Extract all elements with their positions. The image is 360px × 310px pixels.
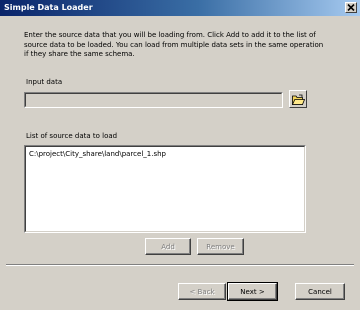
add-button[interactable]: Add (145, 238, 191, 255)
close-icon (347, 4, 355, 11)
instructions-text: Enter the source data that you will be l… (24, 31, 324, 58)
close-button[interactable] (345, 2, 357, 13)
title-bar[interactable]: Simple Data Loader (0, 0, 360, 16)
input-data-field[interactable] (24, 92, 283, 108)
browse-button[interactable] (289, 90, 307, 108)
source-list[interactable]: C:\project\City_share\land\parcel_1.shp (24, 145, 306, 233)
separator (6, 264, 354, 266)
window-title: Simple Data Loader (4, 3, 93, 12)
list-item[interactable]: C:\project\City_share\land\parcel_1.shp (29, 150, 166, 158)
open-folder-icon (291, 94, 305, 105)
back-button[interactable]: < Back (178, 283, 226, 300)
source-list-label: List of source data to load (26, 132, 118, 140)
input-data-label: Input data (26, 78, 63, 86)
remove-button[interactable]: Remove (197, 238, 244, 255)
cancel-button[interactable]: Cancel (295, 283, 345, 300)
next-button[interactable]: Next > (227, 282, 278, 301)
